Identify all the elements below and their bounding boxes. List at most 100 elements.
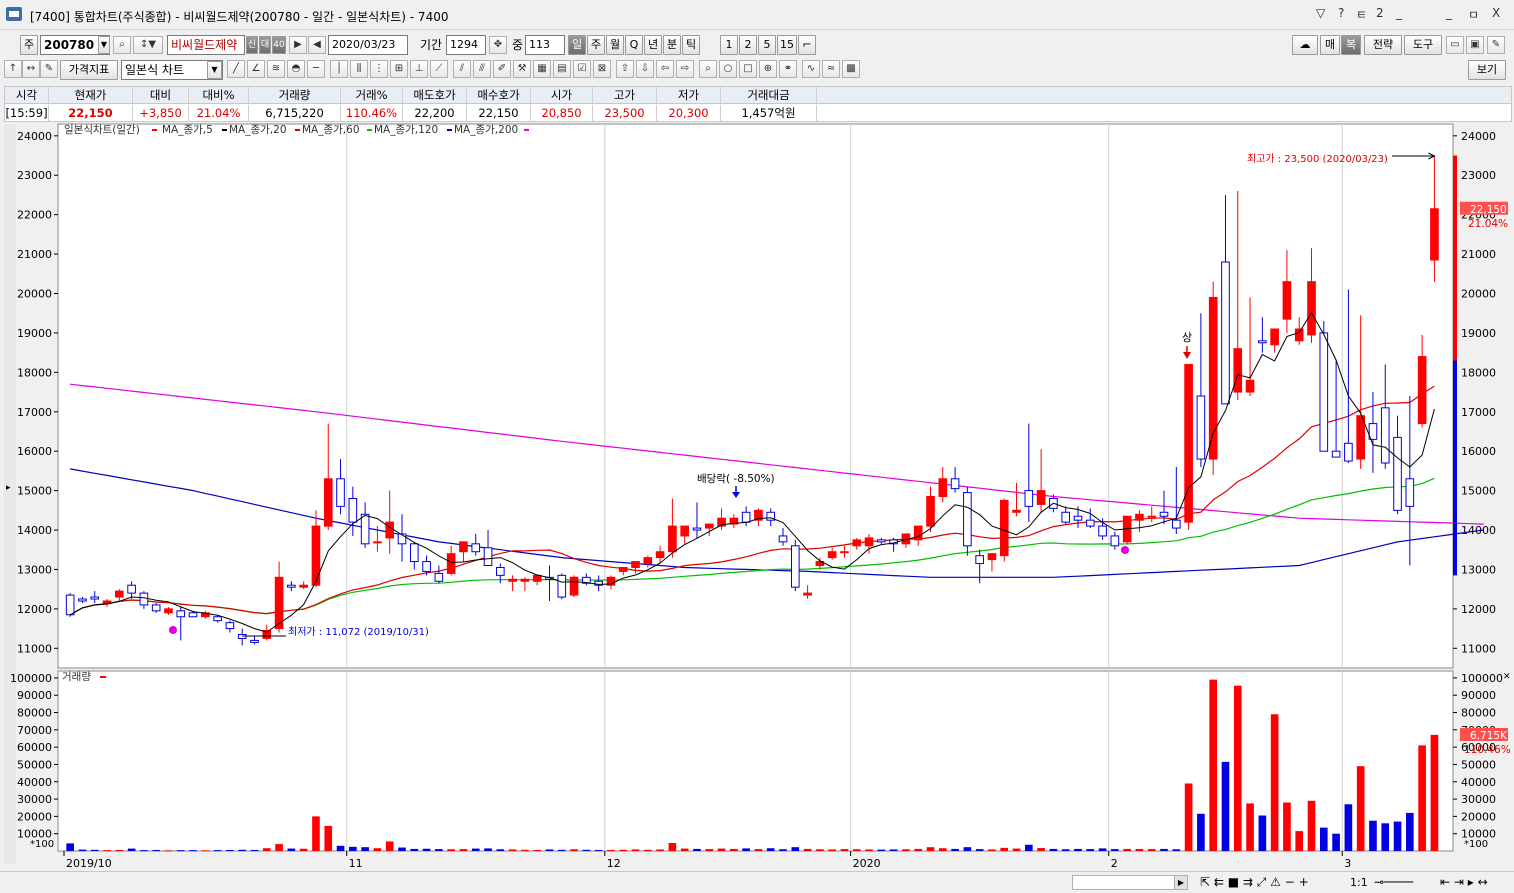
interval-5[interactable]: 5 <box>758 35 776 55</box>
code-dropdown-icon[interactable]: ▼ <box>98 36 110 54</box>
interval-week[interactable]: 주 <box>587 35 605 55</box>
grid-tool-icon[interactable]: ⊞ <box>390 60 408 78</box>
link-icon[interactable]: ㅌ <box>1356 6 1367 23</box>
right-arrow-tool-icon[interactable]: ⇨ <box>676 60 694 78</box>
prev-arrow-icon[interactable]: ◀ <box>308 36 326 54</box>
badge-40[interactable]: 40 <box>272 36 286 54</box>
interval-1[interactable]: 1 <box>720 35 738 55</box>
interval-month[interactable]: 월 <box>606 35 624 55</box>
parallel-tool-icon[interactable]: ⫽ <box>453 60 471 78</box>
expand-icon[interactable]: ✥ <box>489 36 507 54</box>
box-tool-icon[interactable]: ⊠ <box>593 60 611 78</box>
close-button[interactable]: X <box>1492 6 1500 20</box>
interval-day[interactable]: 일 <box>568 35 586 55</box>
status-nav-icons[interactable]: ⇱ ⇇ ■ ⇉ ⤢ ⚠ − + <box>1200 875 1309 890</box>
interval-2[interactable]: 2 <box>739 35 757 55</box>
zoom-tool-icon[interactable]: ⌕ <box>699 60 717 78</box>
minimize-button[interactable]: _ <box>1446 6 1452 20</box>
down-arrow-tool-icon[interactable]: ⇩ <box>636 60 654 78</box>
status-end-icons[interactable]: ⇤ ⇥ ▸ ↔ <box>1440 875 1488 889</box>
volume-bar <box>1184 783 1193 851</box>
vline-tool-icon[interactable]: │ <box>330 60 348 78</box>
search-icon[interactable]: ⌕ <box>113 36 131 54</box>
cloud-icon[interactable]: ☁ <box>1292 35 1318 55</box>
channel-tool-icon[interactable]: ⫻ <box>473 60 491 78</box>
candle-body <box>557 574 567 598</box>
trend-tool-icon[interactable]: ⟋ <box>430 60 448 78</box>
interval-year[interactable]: 년 <box>644 35 662 55</box>
folder-icon[interactable]: ▭ <box>1446 36 1464 54</box>
candle-body <box>188 612 198 618</box>
tools-button[interactable]: 도구 <box>1404 35 1442 55</box>
approx-tool-icon[interactable]: ≈ <box>822 60 840 78</box>
trade-button[interactable]: 매 <box>1320 35 1340 55</box>
dual-screen-icon[interactable]: 2 <box>1376 6 1384 20</box>
hline-tool-icon[interactable]: ─ <box>307 60 325 78</box>
candle-body <box>508 578 517 582</box>
volume-bar <box>90 849 99 851</box>
pin-icon[interactable]: _ <box>1396 6 1402 20</box>
fibo-tool-icon[interactable]: ≋ <box>267 60 285 78</box>
menu-icon[interactable]: ▽ <box>1316 6 1325 20</box>
badge-loan[interactable]: 대 <box>259 36 271 54</box>
sort-icon[interactable]: ↕▼ <box>133 36 163 54</box>
arc-tool-icon[interactable]: ◓ <box>287 60 305 78</box>
chart-area[interactable]: ▸ 2019/10 11 12 2020 2 3 11000 11000 12000 12000 13… <box>0 122 1514 871</box>
candle-body <box>471 543 481 553</box>
candle-body <box>704 523 714 529</box>
interval-minute[interactable]: 분 <box>663 35 681 55</box>
multi-button[interactable]: 복 <box>1341 35 1361 55</box>
quote-value-9: 23,500 <box>593 105 657 122</box>
maximize-button[interactable]: ㅁ <box>1468 6 1479 23</box>
up-arrow-tool-icon[interactable]: ⇧ <box>616 60 634 78</box>
settings-icon[interactable]: ✎ <box>1487 36 1505 54</box>
period-input[interactable]: 1294 <box>446 35 486 55</box>
cycle-tool-icon[interactable]: ⫼ <box>350 60 368 78</box>
wave-tool-icon[interactable]: ∿ <box>802 60 820 78</box>
next-arrow-icon[interactable]: ▶ <box>289 36 307 54</box>
badge-new[interactable]: 신 <box>246 36 258 54</box>
price-indicator-button[interactable]: 가격지표 <box>60 60 118 80</box>
interval-quarter[interactable]: Q <box>625 35 643 55</box>
view-button[interactable]: 보기 <box>1468 60 1506 80</box>
up-arrow-icon[interactable]: ↑ <box>4 60 22 78</box>
hammer-tool-icon[interactable]: ⚒ <box>513 60 531 78</box>
color-tool-icon[interactable]: ▦ <box>533 60 551 78</box>
chart-type-dropdown-icon[interactable]: ▼ <box>207 61 222 79</box>
fit-icon[interactable]: ↔ <box>22 60 40 78</box>
scroll-right-icon[interactable]: ▶ <box>1174 875 1188 890</box>
period-tool-icon[interactable]: ⊥ <box>410 60 428 78</box>
volume-bar <box>705 849 714 851</box>
angle-tool-icon[interactable]: ∠ <box>247 60 265 78</box>
dots-tool-icon[interactable]: ⋮ <box>370 60 388 78</box>
left-arrow-tool-icon[interactable]: ⇦ <box>656 60 674 78</box>
volume-bar <box>213 850 222 852</box>
fill-tool-icon[interactable]: ▩ <box>842 60 860 78</box>
candle-body <box>225 622 235 630</box>
candle-body <box>963 492 972 547</box>
edit-icon[interactable]: ✎ <box>40 60 58 78</box>
circle-tool-icon[interactable]: ○ <box>719 60 737 78</box>
line-tool-icon[interactable]: ╱ <box>227 60 245 78</box>
scrollbar-track[interactable] <box>1072 875 1186 890</box>
interval-custom[interactable]: ⌐ <box>798 35 816 55</box>
count-input[interactable]: 113 <box>525 35 565 55</box>
save-icon[interactable]: ▣ <box>1466 36 1484 54</box>
legend-ma120: MA_종가,120 <box>374 124 438 136</box>
help-icon[interactable]: ? <box>1338 6 1344 20</box>
cross-tool-icon[interactable]: ⊕ <box>759 60 777 78</box>
ratio-label: 1:1 <box>1350 876 1368 889</box>
zoom-slider[interactable]: ⊸──── <box>1374 875 1413 889</box>
date-input[interactable]: 2020/03/23 <box>328 35 408 55</box>
market-button[interactable]: 주 <box>20 35 38 55</box>
interval-tick[interactable]: 틱 <box>682 35 700 55</box>
check-tool-icon[interactable]: ☑ <box>573 60 591 78</box>
quote-header-0: 시각 <box>5 87 49 104</box>
interval-15[interactable]: 15 <box>777 35 797 55</box>
volume-bar <box>1344 804 1353 851</box>
rect-tool-icon[interactable]: □ <box>739 60 757 78</box>
magnet-tool-icon[interactable]: ⚭ <box>779 60 797 78</box>
pen-tool-icon[interactable]: ✐ <box>493 60 511 78</box>
text-tool-icon[interactable]: ▤ <box>553 60 571 78</box>
strategy-button[interactable]: 전략 <box>1364 35 1402 55</box>
